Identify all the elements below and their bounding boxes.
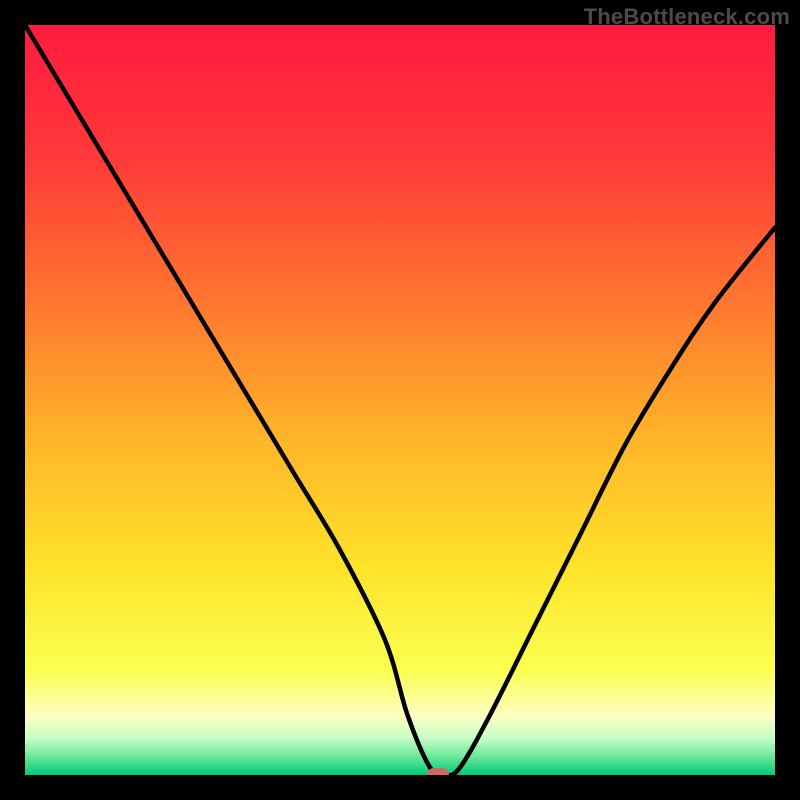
plot-area <box>25 25 775 775</box>
chart-frame: TheBottleneck.com <box>0 0 800 800</box>
optimal-marker <box>427 768 449 775</box>
bottleneck-curve <box>25 25 775 775</box>
watermark-text: TheBottleneck.com <box>584 4 790 30</box>
